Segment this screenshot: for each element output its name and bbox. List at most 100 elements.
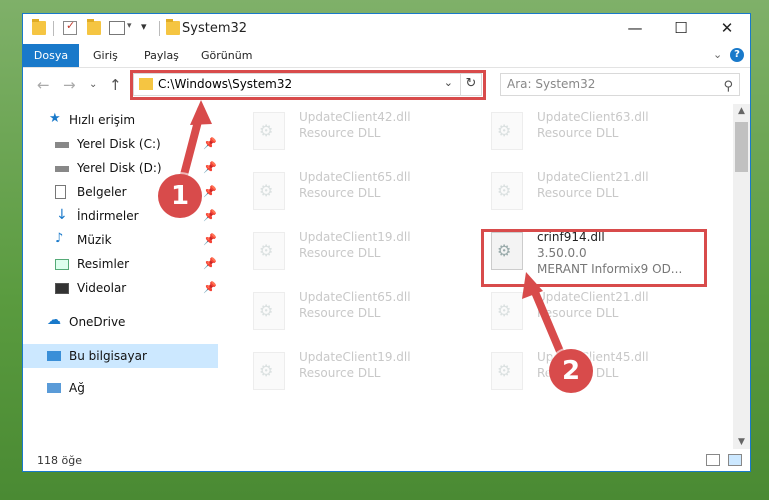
search-icon: ⚲ [723, 79, 733, 94]
network-icon [47, 383, 61, 393]
minimize-button[interactable]: — [612, 14, 658, 44]
tab-share[interactable]: Paylaş [144, 44, 179, 67]
folder-icon [32, 19, 46, 35]
pin-icon[interactable]: 📌 [203, 276, 217, 300]
pin-icon[interactable]: 📌 [203, 252, 217, 276]
file-name: UpdateClient65.dll [299, 170, 411, 184]
ribbon-tabs: Dosya Giriş Paylaş Görünüm ⌄ ? [23, 44, 750, 68]
file-item[interactable]: UpdateClient21.dll Resource DLL [481, 284, 701, 340]
file-item[interactable]: UpdateClient42.dll Resource DLL [243, 104, 463, 160]
file-name: UpdateClient21.dll [537, 290, 649, 304]
sidebar-item-label: OneDrive [69, 315, 126, 329]
sidebar-item-label: Resimler [77, 257, 130, 271]
pin-icon[interactable]: 📌 [203, 132, 217, 156]
drive-icon [55, 166, 69, 172]
item-count: 118 öğe [37, 454, 82, 467]
tab-file[interactable]: Dosya [23, 44, 79, 67]
computer-icon [47, 351, 61, 361]
divider [159, 21, 160, 36]
file-description: Resource DLL [299, 306, 381, 320]
sidebar-item-pictures[interactable]: Resimler 📌 [23, 252, 218, 276]
address-highlight [130, 70, 486, 100]
file-item[interactable]: UpdateClient19.dll Resource DLL [243, 224, 463, 280]
sidebar-item-drive-c[interactable]: Yerel Disk (C:) 📌 [23, 132, 218, 156]
file-description: Resource DLL [299, 366, 381, 380]
sidebar-item-this-pc[interactable]: Bu bilgisayar [23, 344, 218, 368]
sidebar-item-onedrive[interactable]: ☁ OneDrive [23, 310, 218, 334]
dll-file-icon [491, 352, 523, 390]
pin-icon[interactable]: 📌 [203, 180, 217, 204]
file-description: Resource DLL [299, 126, 381, 140]
sidebar-item-label: Müzik [77, 233, 112, 247]
sidebar-item-label: Videolar [77, 281, 127, 295]
status-bar: 118 öğe [23, 450, 750, 471]
file-highlight [481, 229, 707, 287]
tab-view[interactable]: Görünüm [201, 44, 252, 67]
callout-1: 1 [158, 174, 202, 218]
dll-file-icon [491, 292, 523, 330]
drive-icon [55, 142, 69, 148]
up-arrow-icon[interactable]: ↑ [109, 76, 122, 94]
sidebar-item-label: Belgeler [77, 185, 127, 199]
sidebar-item-music[interactable]: ♪ Müzik 📌 [23, 228, 218, 252]
quick-access-dropdown-icon[interactable]: ▾ [141, 20, 147, 33]
dll-file-icon [253, 172, 285, 210]
pictures-icon [55, 259, 69, 270]
dll-file-icon [253, 232, 285, 270]
file-item[interactable]: UpdateClient65.dll Resource DLL [243, 164, 463, 220]
window-folder-icon [166, 19, 180, 35]
dll-file-icon [253, 112, 285, 150]
star-icon: ★ [49, 111, 61, 126]
properties-icon[interactable] [63, 19, 77, 35]
file-name: UpdateClient63.dll [537, 110, 649, 124]
title-bar: ▾ ▾ System32 — ☐ ✕ [23, 14, 750, 44]
music-icon: ♪ [55, 231, 64, 246]
sidebar-item-quick-access[interactable]: ★ Hızlı erişim [23, 108, 218, 132]
callout-2: 2 [549, 349, 593, 393]
details-view-icon[interactable] [706, 454, 720, 466]
large-icons-view-icon[interactable] [728, 454, 742, 466]
scroll-down-icon[interactable]: ▼ [733, 437, 750, 447]
search-input[interactable]: Ara: System32 ⚲ [500, 73, 740, 96]
file-name: UpdateClient42.dll [299, 110, 411, 124]
back-arrow-icon[interactable]: ← [37, 76, 50, 94]
file-item[interactable]: UpdateClient65.dll Resource DLL [243, 284, 463, 340]
file-description: Resource DLL [537, 306, 619, 320]
scroll-thumb[interactable] [735, 122, 748, 172]
new-folder-icon[interactable] [87, 19, 101, 35]
videos-icon [55, 283, 69, 294]
scroll-up-icon[interactable]: ▲ [733, 106, 750, 116]
file-item[interactable]: UpdateClient19.dll Resource DLL [243, 344, 463, 400]
dll-file-icon [491, 172, 523, 210]
file-item[interactable]: UpdateClient63.dll Resource DLL [481, 104, 701, 160]
divider [53, 21, 54, 36]
navigation-pane: ★ Hızlı erişim Yerel Disk (C:) 📌 Yerel D… [23, 104, 218, 449]
file-description: Resource DLL [299, 246, 381, 260]
sidebar-item-network[interactable]: Ağ [23, 376, 218, 400]
pin-icon[interactable]: 📌 [203, 228, 217, 252]
sidebar-item-label: Ağ [69, 381, 85, 395]
downloads-icon: ↓ [56, 207, 68, 223]
recent-locations-icon[interactable]: ⌄ [89, 79, 97, 90]
pin-icon[interactable]: 📌 [203, 204, 217, 228]
search-placeholder: Ara: System32 [507, 77, 596, 91]
vertical-scrollbar[interactable]: ▲ ▼ [733, 104, 750, 449]
close-button[interactable]: ✕ [704, 14, 750, 44]
customize-toolbar-icon[interactable] [109, 21, 125, 35]
file-item[interactable]: UpdateClient21.dll Resource DLL [481, 164, 701, 220]
expand-ribbon-icon[interactable]: ⌄ [713, 48, 722, 61]
sidebar-item-videos[interactable]: Videolar 📌 [23, 276, 218, 300]
chevron-down-icon[interactable]: ▾ [127, 21, 132, 31]
window-title: System32 [182, 21, 248, 36]
file-name: UpdateClient19.dll [299, 350, 411, 364]
forward-arrow-icon[interactable]: → [63, 76, 76, 94]
file-description: Resource DLL [537, 186, 619, 200]
help-icon[interactable]: ? [730, 48, 744, 62]
tab-home[interactable]: Giriş [93, 44, 118, 67]
maximize-button[interactable]: ☐ [658, 14, 704, 44]
file-description: Resource DLL [537, 126, 619, 140]
dll-file-icon [253, 352, 285, 390]
dll-file-icon [491, 112, 523, 150]
file-name: UpdateClient19.dll [299, 230, 411, 244]
pin-icon[interactable]: 📌 [203, 156, 217, 180]
